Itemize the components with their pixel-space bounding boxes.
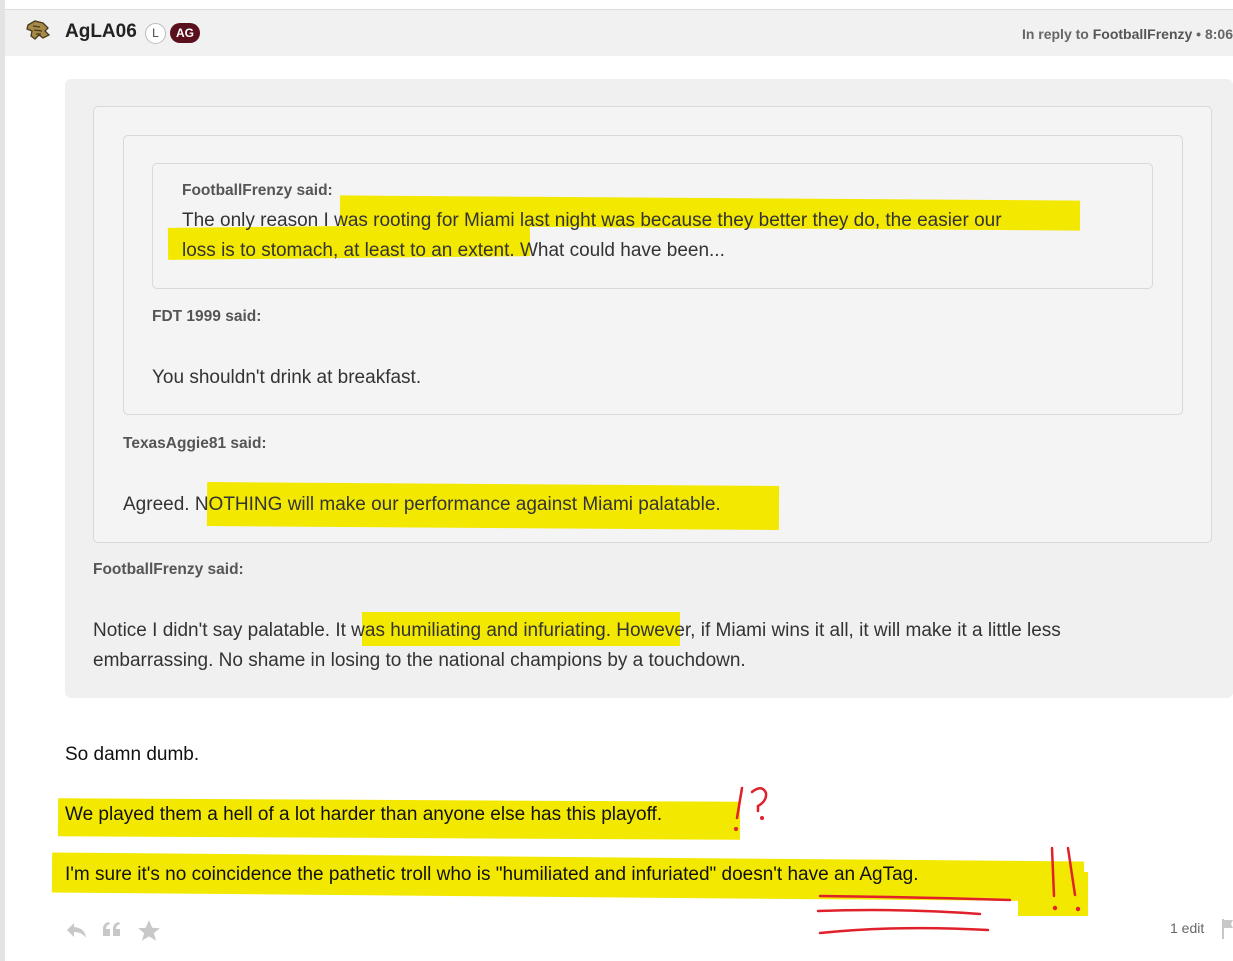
- star-icon[interactable]: [136, 918, 162, 944]
- ink-stroke: [735, 786, 744, 820]
- ink-stroke: [818, 894, 1012, 902]
- ink-dot: [760, 816, 764, 820]
- ink-stroke: [818, 926, 990, 935]
- reply-icon[interactable]: [64, 918, 88, 942]
- ink-stroke: [816, 908, 982, 916]
- ink-stroke: [1050, 846, 1056, 898]
- ink-dot: [734, 827, 738, 831]
- ink-dot: [1075, 906, 1081, 912]
- red-ink-annotations: [734, 786, 1081, 935]
- ink-stroke: [750, 787, 768, 813]
- ink-stroke: [1066, 846, 1077, 897]
- quote-icon[interactable]: [100, 918, 124, 942]
- ink-dot: [1052, 905, 1058, 911]
- flag-icon[interactable]: [1222, 918, 1233, 940]
